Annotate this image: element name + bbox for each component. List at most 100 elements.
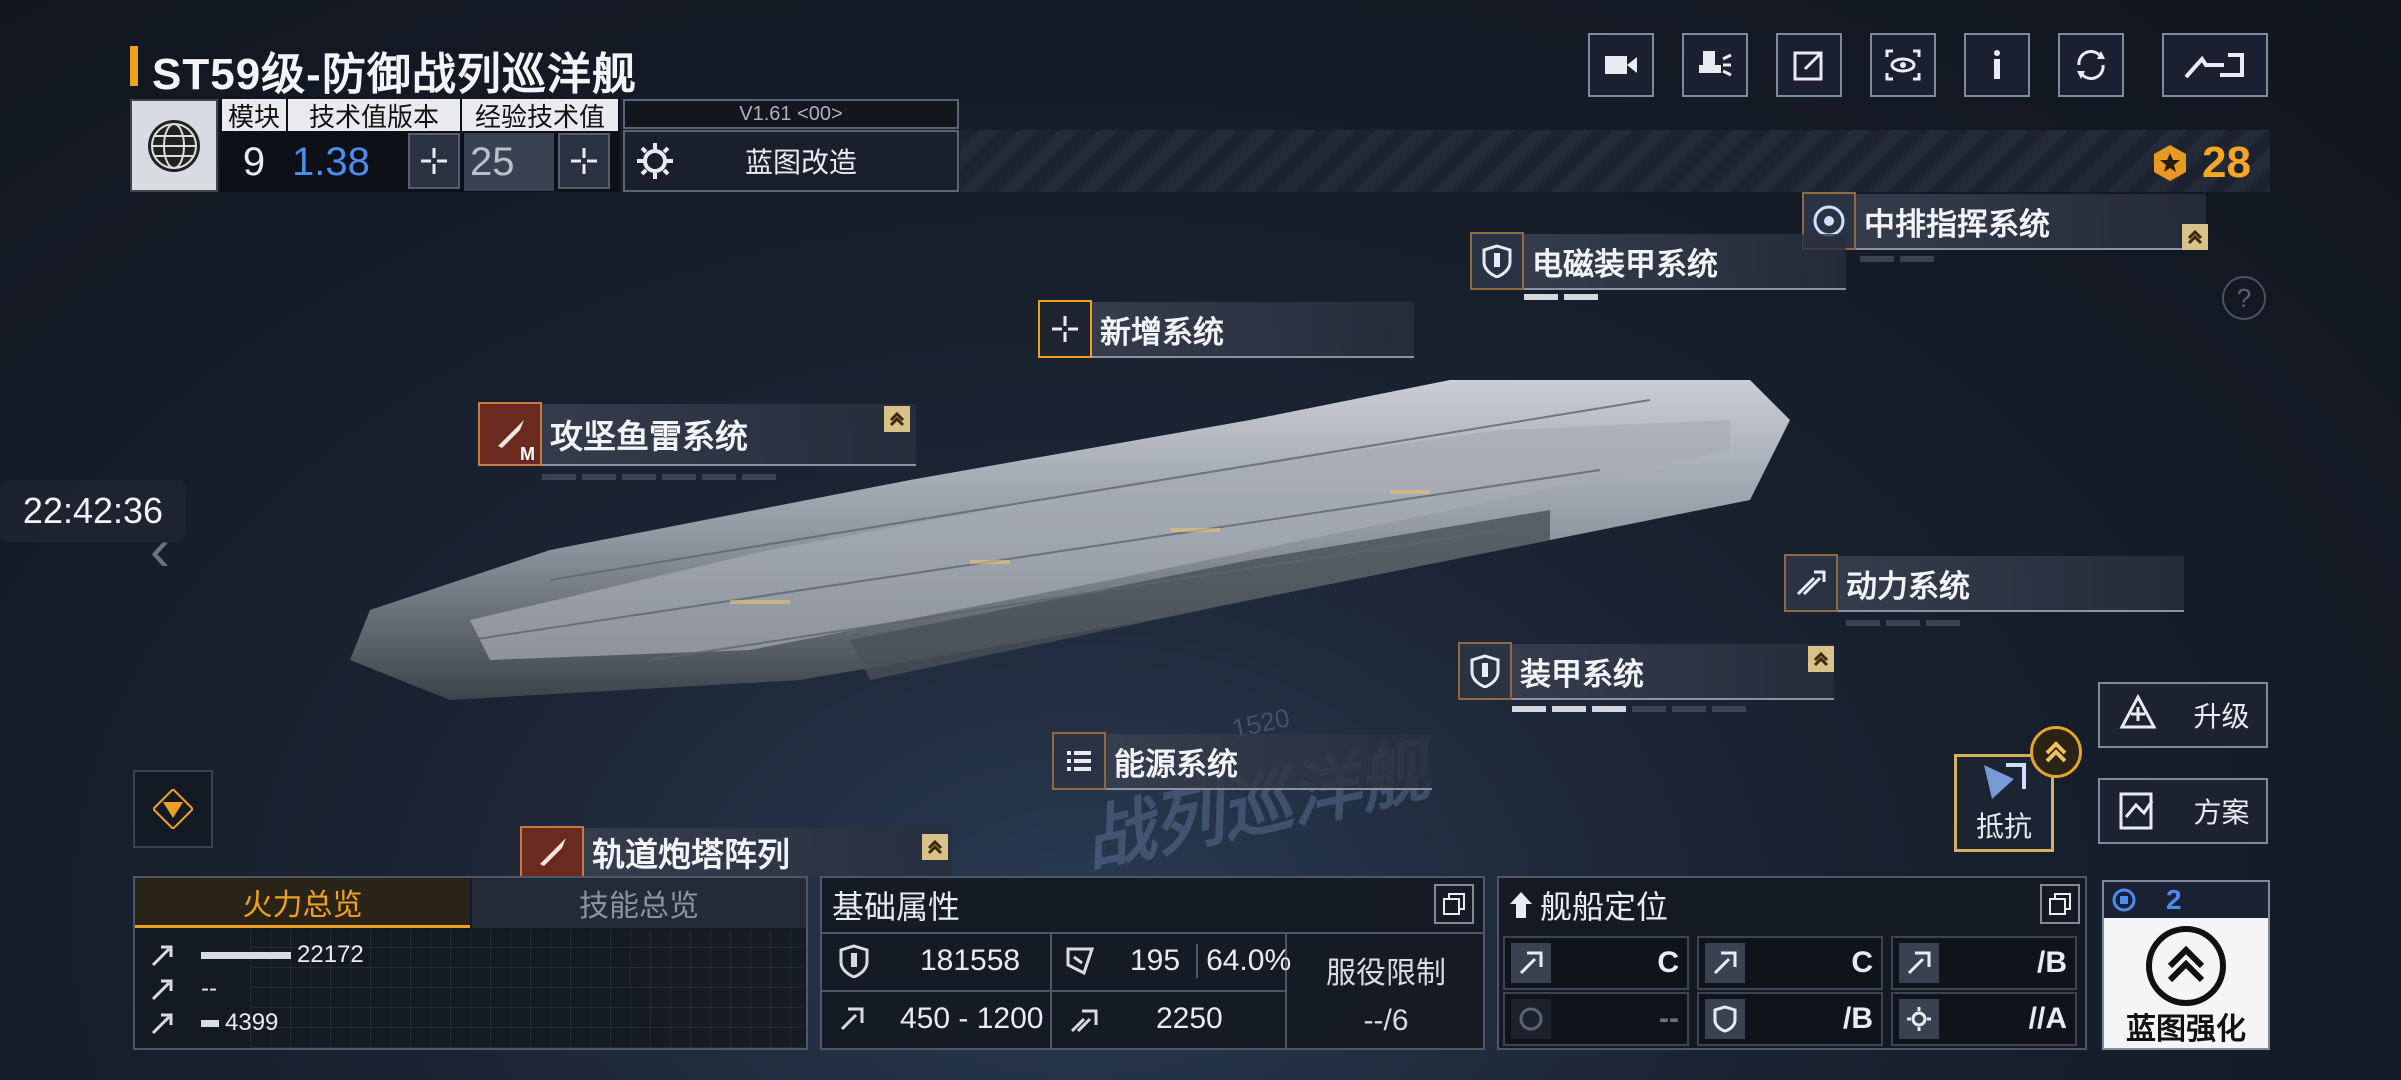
exp-tech-label: 经验技术值 [462, 99, 618, 132]
role-icon [1510, 892, 1532, 918]
upgrade-arrow-icon [1808, 646, 1834, 672]
system-armor-label: 装甲系统 [1520, 656, 1644, 692]
upgrade-arrow-icon [922, 834, 948, 860]
system-command[interactable]: 中排指挥系统 [1802, 192, 2208, 250]
exp-add-button[interactable] [558, 133, 610, 189]
info-icon [1994, 50, 2000, 79]
role-grade: C [1657, 946, 1679, 979]
blueprint-mod-button[interactable]: 蓝图改造 [623, 130, 959, 192]
help-button[interactable]: ? [2222, 276, 2266, 320]
system-add-label: 新增系统 [1100, 314, 1224, 350]
blueprint-chip-icon [2112, 888, 2136, 912]
fire-bar [201, 951, 291, 959]
shield-icon [1470, 232, 1524, 290]
resist-label: 抵抗 [1975, 811, 2032, 842]
shield-icon [834, 941, 874, 981]
service-limit-label: 服役限制 [1326, 957, 1446, 990]
system-armor[interactable]: 装甲系统 [1458, 642, 1834, 700]
share-button[interactable] [1776, 33, 1842, 97]
stat-warp: 2250 [1052, 992, 1284, 1046]
speed-icon [834, 999, 874, 1039]
role-cell: //A [1891, 992, 2077, 1046]
tab-skill-overview[interactable]: 技能总览 [472, 878, 806, 928]
base-stats-title: 基础属性 [832, 889, 961, 925]
currency-display: 28 [2150, 135, 2270, 191]
attack-icon [1511, 943, 1551, 983]
title-accent-bar [130, 46, 138, 86]
blueprint-view-icon [1699, 51, 1732, 77]
share-icon [1793, 51, 1823, 81]
resist-upgrade-icon[interactable] [2030, 726, 2082, 778]
blueprint-mod-label: 蓝图改造 [745, 147, 858, 178]
stat-speed-value: 450 - 1200 [900, 1002, 1044, 1035]
system-em-armor[interactable]: 电磁装甲系统 [1470, 232, 1846, 290]
role-cell: /B [1697, 992, 1883, 1046]
stat-armor-value: 195 [1130, 944, 1181, 977]
medal-icon [2154, 145, 2186, 181]
collapse-button[interactable] [133, 770, 213, 848]
ship-role-header: 舰船定位 [1508, 882, 1668, 928]
system-power[interactable]: 动力系统 [1784, 554, 2184, 612]
upgrade-arrow-icon [884, 406, 910, 432]
system-command-label: 中排指挥系统 [1864, 206, 2050, 242]
tech-version-value: 1.38 [292, 139, 370, 184]
enhance-label: 蓝图强化 [2126, 1013, 2246, 1046]
system-power-label: 动力系统 [1846, 568, 1970, 604]
eye-scan-button[interactable] [1870, 33, 1936, 97]
back-icon [2184, 53, 2244, 79]
module-label: 模块 [222, 99, 286, 132]
role-grade: //A [2028, 1002, 2067, 1035]
warp-icon [1064, 999, 1104, 1039]
upgrade-label: 升级 [2193, 701, 2250, 732]
weapon-type-icon [145, 940, 181, 970]
role-cell: C [1503, 936, 1689, 990]
system-em-armor-pips [1524, 294, 1598, 300]
system-power-pips [1846, 620, 1960, 626]
stat-armor: 195 64.0% [1052, 934, 1291, 988]
video-button[interactable] [1588, 33, 1654, 97]
role-grade: /B [1843, 1002, 1873, 1035]
tech-add-button[interactable] [408, 133, 460, 189]
ship-title: ST59级-防御战列巡洋舰 [152, 50, 637, 99]
blueprint-view-button[interactable] [1682, 33, 1748, 97]
system-energy[interactable]: 能源系统 [1052, 732, 1432, 790]
tab-fire-overview[interactable]: 火力总览 [135, 878, 470, 928]
system-rail-turret-label: 轨道炮塔阵列 [592, 836, 790, 873]
system-energy-label: 能源系统 [1114, 746, 1238, 782]
refresh-icon [2077, 50, 2105, 80]
shield-icon [1458, 642, 1512, 700]
expand-role-button[interactable] [2040, 884, 2080, 924]
refresh-button[interactable] [2058, 33, 2124, 97]
gear-icon [1899, 999, 1939, 1039]
stat-armor-pct: 64.0% [1196, 944, 1291, 978]
fire-row: 4399 [145, 1006, 278, 1040]
enhance-level: 2 [2166, 884, 2182, 915]
upgrade-button[interactable]: 升级 [2098, 682, 2268, 748]
gear-icon [637, 143, 673, 179]
plan-button[interactable]: 方案 [2098, 778, 2268, 844]
exp-tech-value: 25 [464, 133, 554, 191]
role-cell: C [1697, 936, 1883, 990]
currency-value: 28 [2202, 138, 2251, 187]
faction-emblem [130, 99, 218, 192]
ship-role-title: 舰船定位 [1540, 889, 1669, 925]
system-command-pips [1860, 256, 1934, 262]
plus-icon [421, 148, 447, 174]
system-torpedo-label: 攻坚鱼雷系统 [550, 418, 748, 455]
back-button[interactable] [2162, 33, 2268, 97]
chevron-left-icon[interactable]: ‹ [150, 515, 170, 584]
fire-value: 22172 [297, 941, 364, 968]
stat-hp-value: 181558 [920, 944, 1021, 977]
stat-speed: 450 - 1200 [822, 992, 1050, 1046]
attack-icon [1705, 943, 1745, 983]
expand-stats-button[interactable] [1434, 884, 1474, 924]
plan-icon [2119, 792, 2154, 830]
system-add[interactable]: 新增系统 [1038, 300, 1414, 358]
info-button[interactable] [1964, 33, 2030, 97]
system-torpedo[interactable]: M 攻坚鱼雷系统 [478, 402, 916, 466]
armor-icon [1064, 941, 1096, 981]
weapon-type-icon [145, 1008, 181, 1038]
system-rail-turret[interactable]: 轨道炮塔阵列 [520, 826, 952, 878]
enhance-level-bar: 2 [2104, 882, 2268, 918]
fire-value: -- [201, 975, 217, 1002]
